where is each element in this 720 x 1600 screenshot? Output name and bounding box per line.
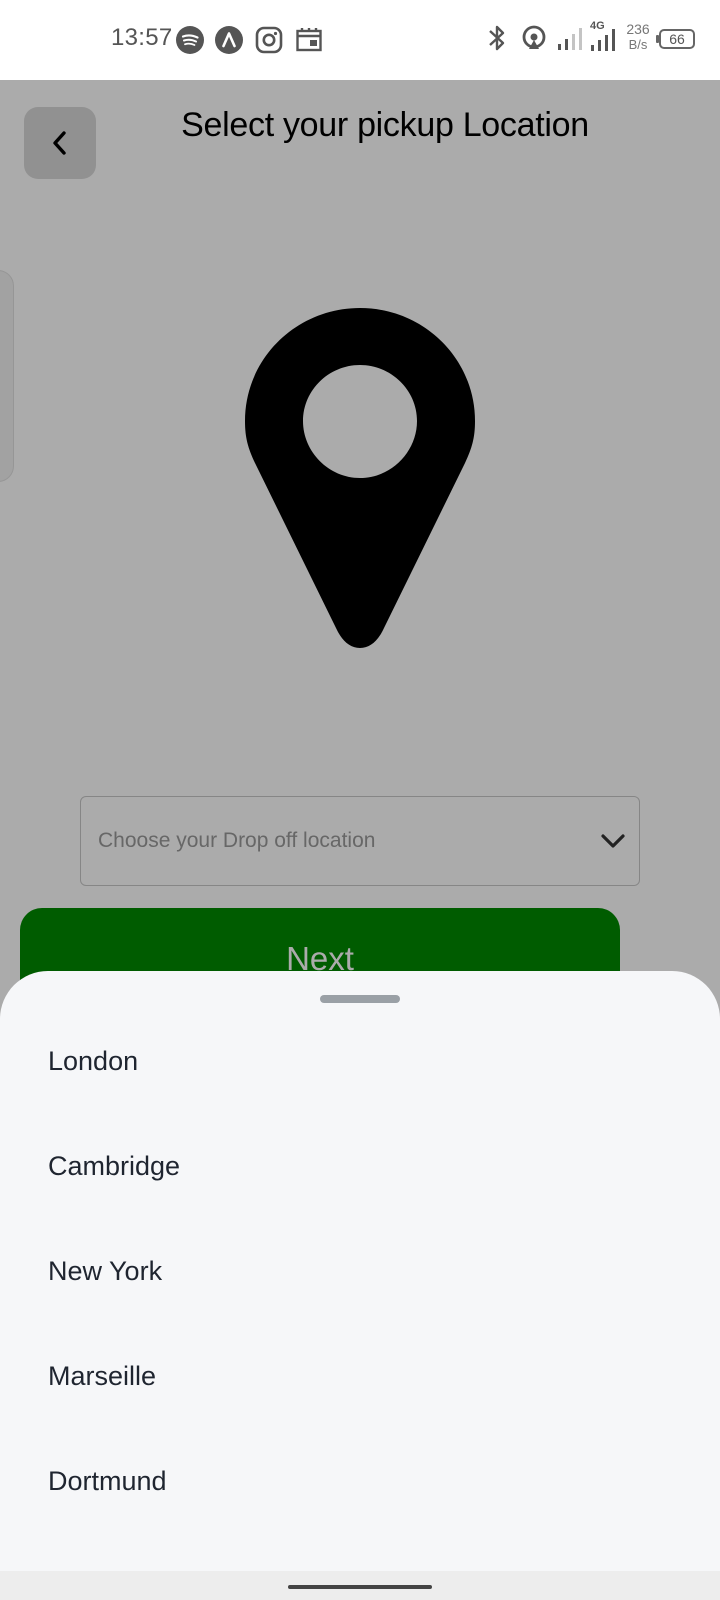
home-indicator[interactable] xyxy=(288,1585,432,1589)
location-item-dortmund[interactable]: Dortmund xyxy=(0,1433,720,1538)
location-item-new-york[interactable]: New York xyxy=(0,1223,720,1328)
location-label: London xyxy=(48,1046,139,1076)
hotspot-icon xyxy=(522,25,546,49)
battery-indicator: 66 xyxy=(659,29,695,49)
location-label: New York xyxy=(48,1256,163,1286)
arc-app-icon xyxy=(215,26,243,54)
network-speed: 236 B/s xyxy=(623,21,653,53)
location-label: Cambridge xyxy=(48,1151,181,1181)
battery-level: 66 xyxy=(669,31,685,47)
location-bottom-sheet: London Cambridge New York Marseille Dort… xyxy=(0,971,720,1571)
signal-strength-icon xyxy=(558,28,582,50)
network-speed-unit: B/s xyxy=(628,37,648,52)
location-item-marseille[interactable]: Marseille xyxy=(0,1328,720,1433)
status-bar: 13:57 4G 236 B/s 66 xyxy=(0,0,720,80)
status-time: 13:57 xyxy=(111,24,173,51)
bluetooth-icon xyxy=(489,25,505,51)
battery-tip xyxy=(656,35,659,43)
calendar-app-icon xyxy=(296,28,322,52)
location-label: Dortmund xyxy=(48,1466,167,1496)
network-speed-value: 236 xyxy=(626,21,650,37)
location-label: Marseille xyxy=(48,1361,157,1391)
instagram-icon xyxy=(255,26,283,54)
location-item-london[interactable]: London xyxy=(0,1013,720,1118)
sheet-drag-handle[interactable] xyxy=(320,995,400,1003)
system-navigation-bar xyxy=(0,1571,720,1600)
signal-strength-4g-icon xyxy=(591,29,615,51)
spotify-icon xyxy=(176,26,204,54)
location-item-cambridge[interactable]: Cambridge xyxy=(0,1118,720,1223)
